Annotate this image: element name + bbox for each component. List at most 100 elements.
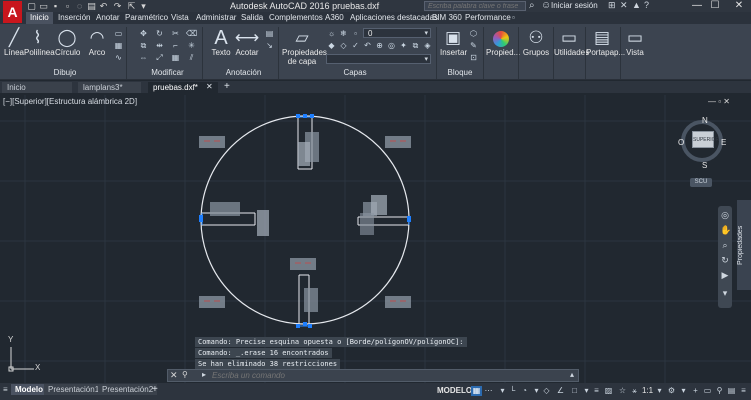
circulo-button[interactable]: ◯ Círculo xyxy=(55,28,80,57)
grip-top[interactable] xyxy=(303,114,307,118)
pan-icon[interactable]: ✋ xyxy=(720,225,731,236)
add-layout-button[interactable]: + xyxy=(152,384,158,395)
layer-walk-icon[interactable]: ⊕ xyxy=(374,41,385,50)
grip-bottom[interactable] xyxy=(303,322,307,326)
offset-icon[interactable]: ⫽ xyxy=(186,53,197,62)
quick-properties-icon[interactable]: ⚲ xyxy=(714,386,725,396)
scale-icon[interactable]: ⤢ xyxy=(154,53,165,62)
clean-screen-icon[interactable]: ▤ xyxy=(726,386,737,396)
fillet-icon[interactable]: ⌐ xyxy=(170,41,181,50)
group-capas[interactable]: Capas xyxy=(335,67,375,78)
polar-icon[interactable]: ◔ xyxy=(519,386,530,396)
print-icon[interactable]: ▤ xyxy=(86,1,97,11)
close-button[interactable]: ✕ xyxy=(730,0,748,12)
layer-state-dropdown[interactable]: ▾ xyxy=(326,54,431,64)
tab-vista[interactable]: Vista xyxy=(171,12,189,24)
ortho-icon[interactable]: └ xyxy=(507,386,518,396)
texto-button[interactable]: A Texto xyxy=(209,28,233,57)
layer-make-current-icon[interactable]: ✦ xyxy=(398,41,409,50)
autocad-logo-icon[interactable]: A xyxy=(3,1,22,23)
layer-prev-icon[interactable]: ↶ xyxy=(362,41,373,50)
vista-button[interactable]: ▭ Vista xyxy=(624,28,646,57)
top-slot[interactable] xyxy=(296,114,319,170)
table-icon[interactable]: ▤ xyxy=(264,29,275,38)
layer-dropdown[interactable]: 0 ▾ xyxy=(363,28,431,38)
group-bloque[interactable]: Bloque xyxy=(445,67,475,78)
viewcube-south[interactable]: S xyxy=(702,161,707,170)
edit-block-icon[interactable]: ✎ xyxy=(468,41,479,50)
open-file-icon[interactable]: ▭ xyxy=(38,1,49,11)
user-icon[interactable]: ☺ xyxy=(541,0,551,11)
layout-tab-presentacion1[interactable]: Presentación1 xyxy=(44,384,104,395)
ucs-menu[interactable]: SCU xyxy=(690,178,712,187)
bottom-slot[interactable] xyxy=(296,274,318,328)
signin-button[interactable]: Iniciar sesión xyxy=(551,1,598,10)
edit-attributes-icon[interactable]: ⊡ xyxy=(468,53,479,62)
search-icon[interactable]: ⌕ xyxy=(529,0,535,11)
acotar-button[interactable]: ⟷ Acotar xyxy=(234,28,260,57)
grid-icon[interactable]: ▦ xyxy=(471,386,482,396)
hatch-icon[interactable]: ▦ xyxy=(113,41,124,50)
tab-aplicaciones-destacadas[interactable]: Aplicaciones destacadas xyxy=(350,12,438,24)
command-customize-icon[interactable]: ⚲ xyxy=(182,370,188,379)
annotation-scale-icon[interactable]: ⚹ xyxy=(629,386,640,396)
rotate-icon[interactable]: ↻ xyxy=(154,29,165,38)
layout-tab-modelo[interactable]: Modelo xyxy=(11,384,47,395)
layer-freeze-icon[interactable]: ❄ xyxy=(338,29,349,38)
model-space-toggle[interactable]: MODELO xyxy=(437,386,472,395)
layer-off-icon[interactable]: ◎ xyxy=(386,41,397,50)
snap-icon[interactable]: ⋯ xyxy=(483,386,494,396)
spline-icon[interactable]: ∿ xyxy=(113,53,124,62)
array-icon[interactable]: ▦ xyxy=(170,53,181,62)
tab-anotar[interactable]: Anotar xyxy=(96,12,120,24)
annotation-scale[interactable]: 1:1 xyxy=(642,386,653,395)
copy-icon[interactable]: ⧉ xyxy=(138,41,149,50)
viewcube-north[interactable]: N xyxy=(702,116,708,125)
tab-bim360[interactable]: BIM 360 xyxy=(432,12,462,24)
rectangle-icon[interactable]: ▭ xyxy=(113,29,124,38)
tab-a360[interactable]: A360 xyxy=(325,12,344,24)
lineweight-icon[interactable]: ≡ xyxy=(591,386,602,396)
orbit-icon[interactable]: ↻ xyxy=(720,255,730,266)
right-slot[interactable] xyxy=(357,195,411,235)
tab-insercion[interactable]: Inserción xyxy=(58,12,90,24)
command-prompt-icon[interactable]: ▸ xyxy=(202,370,206,379)
annotation-monitor-icon[interactable]: + xyxy=(690,386,701,396)
doctab-inicio[interactable]: Inicio xyxy=(2,82,72,93)
left-slot[interactable] xyxy=(199,202,269,236)
viewport-window-controls[interactable]: — ▫ ✕ xyxy=(708,97,730,106)
command-close-icon[interactable]: ✕ xyxy=(170,370,178,381)
trim-icon[interactable]: ✂ xyxy=(170,29,181,38)
utilidades-button[interactable]: ▭ Utilidades xyxy=(554,28,589,57)
command-input[interactable] xyxy=(212,370,512,381)
new-file-icon[interactable]: ▢ xyxy=(26,1,37,11)
annotation-visibility-icon[interactable]: ☆ xyxy=(617,386,628,396)
tab-salida[interactable]: Salida xyxy=(241,12,263,24)
tab-administrar[interactable]: Administrar xyxy=(196,12,236,24)
customize-status-icon[interactable]: ≡ xyxy=(738,386,749,396)
object-snap-icon[interactable]: □ xyxy=(569,386,580,396)
isodraft-icon[interactable]: ◇ xyxy=(541,386,552,396)
units-icon[interactable]: ▭ xyxy=(702,386,713,396)
maximize-button[interactable]: ☐ xyxy=(706,0,724,12)
command-history-toggle-icon[interactable]: ▴ xyxy=(570,370,574,379)
customize-dropdown-icon[interactable]: ▾ xyxy=(138,1,149,11)
ribbon-toggle-icon[interactable]: ▫ xyxy=(512,13,522,23)
cart-icon[interactable]: ⊞ xyxy=(608,0,616,11)
stretch-icon[interactable]: ⇔ xyxy=(138,53,149,62)
close-tab-icon[interactable]: ✕ xyxy=(206,82,213,91)
minimize-button[interactable]: — xyxy=(688,0,706,12)
viewcube-face[interactable]: SUPERIOR xyxy=(692,131,719,148)
search-input[interactable] xyxy=(424,1,526,11)
save-icon[interactable]: ▪ xyxy=(50,1,61,11)
layout-tab-presentacion2[interactable]: Presentación2 xyxy=(98,384,158,395)
arco-button[interactable]: ◠ Arco xyxy=(86,28,108,57)
create-block-icon[interactable]: ⬡ xyxy=(468,29,479,38)
viewcube-west[interactable]: O xyxy=(678,138,684,147)
layer-iso-icon[interactable]: ◆ xyxy=(326,41,337,50)
tab-performance[interactable]: Performance xyxy=(465,12,511,24)
zoom-icon[interactable]: ⌕ xyxy=(720,240,730,251)
linea-button[interactable]: ╱ Línea xyxy=(3,28,25,57)
layout-menu-icon[interactable]: ≡ xyxy=(3,385,8,394)
explode-icon[interactable]: ✳ xyxy=(186,41,197,50)
